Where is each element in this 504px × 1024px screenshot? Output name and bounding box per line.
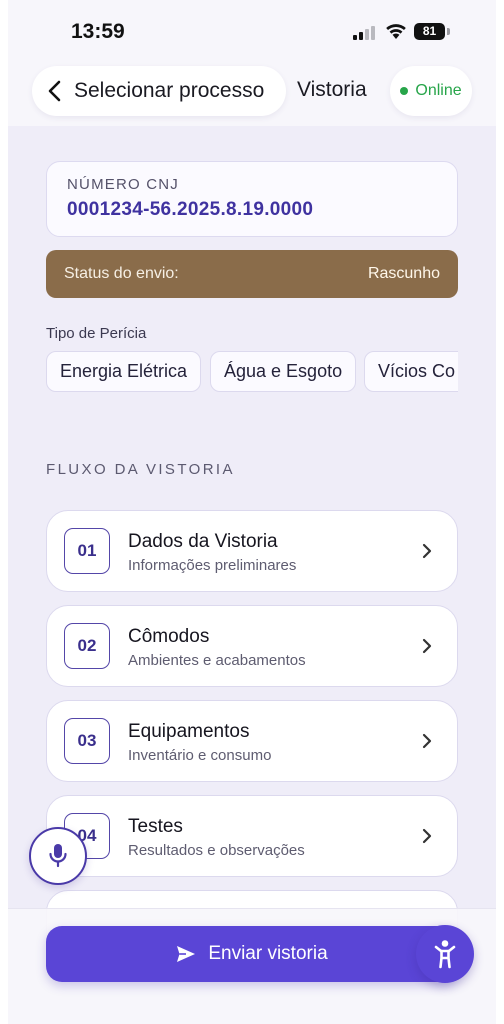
chip-vicios[interactable]: Vícios Co [364,351,458,392]
app-screen: 13:59 81 Selecionar processo Vistoria On… [8,0,496,1024]
step-card-comodos[interactable]: 02 Cômodos Ambientes e acabamentos [46,605,458,687]
chevron-left-icon [48,80,61,102]
online-label: Online [415,82,462,99]
step-number: 03 [64,718,110,764]
step-number: 01 [64,528,110,574]
signal-icon [353,26,377,40]
step-number: 02 [64,623,110,669]
send-button-label: Enviar vistoria [208,943,328,964]
step-card-testes[interactable]: 04 Testes Resultados e observações [46,795,458,877]
microphone-icon [49,844,67,868]
back-button[interactable]: Selecionar processo [32,66,286,116]
status-bar: 13:59 81 [8,0,496,62]
send-status-banner: Status do envio: Rascunho [46,250,458,298]
accessibility-button[interactable] [416,925,474,983]
cnj-card: NÚMERO CNJ 0001234-56.2025.8.19.0000 [46,161,458,237]
chevron-right-icon [422,733,432,749]
flow-section-title: FLUXO DA VISTORIA [46,461,235,478]
battery-cap [447,28,450,35]
chevron-right-icon [422,638,432,654]
page-title: Vistoria [297,78,367,101]
battery-icon: 81 [414,23,445,40]
paper-plane-icon [177,946,196,962]
top-header: Selecionar processo Vistoria Online [8,62,496,126]
send-status-label: Status do envio: [64,265,179,282]
step-title: Cômodos [128,626,210,647]
step-subtitle: Inventário e consumo [128,747,272,764]
online-status-badge: Online [390,66,472,116]
send-vistoria-button[interactable]: Enviar vistoria [46,926,458,982]
send-status-value: Rascunho [367,265,440,282]
step-title: Equipamentos [128,721,250,742]
step-subtitle: Ambientes e acabamentos [128,652,306,669]
step-subtitle: Resultados e observações [128,842,305,859]
online-dot-icon [400,87,409,95]
chip-energia-eletrica[interactable]: Energia Elétrica [46,351,202,392]
back-button-label: Selecionar processo [74,79,265,102]
pericia-type-label: Tipo de Perícia [46,325,147,342]
chip-agua-esgoto[interactable]: Água e Esgoto [210,351,357,392]
status-time: 13:59 [71,20,125,43]
chevron-right-icon [422,828,432,844]
cnj-label: NÚMERO CNJ [67,176,179,193]
wifi-icon [386,24,406,39]
step-title: Dados da Vistoria [128,531,278,552]
cnj-value: 0001234-56.2025.8.19.0000 [67,199,314,220]
step-title: Testes [128,816,183,837]
voice-input-button[interactable] [29,827,87,885]
step-card-equipamentos[interactable]: 03 Equipamentos Inventário e consumo [46,700,458,782]
pericia-type-chips: Energia Elétrica Água e Esgoto Vícios Co [46,351,458,393]
accessibility-icon [434,940,456,969]
chevron-right-icon [422,543,432,559]
step-card-dados-vistoria[interactable]: 01 Dados da Vistoria Informações prelimi… [46,510,458,592]
step-subtitle: Informações preliminares [128,557,297,574]
